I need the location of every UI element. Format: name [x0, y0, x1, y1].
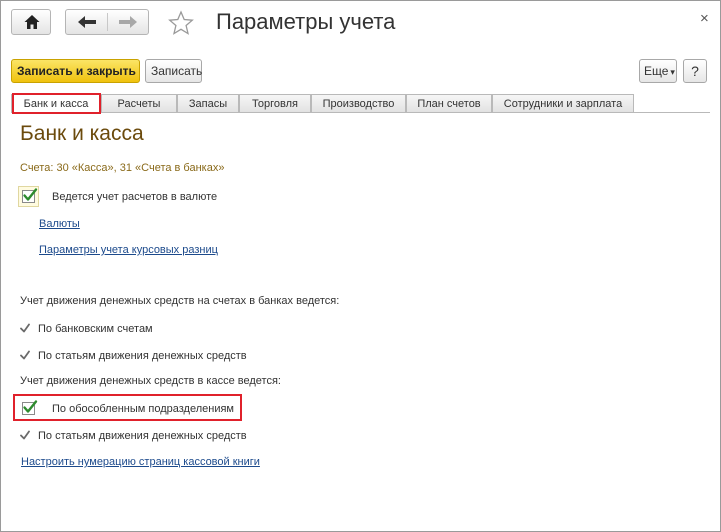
- settings-window: Параметры учета × Записать и закрыть Зап…: [0, 0, 721, 532]
- window-title: Параметры учета: [216, 9, 396, 34]
- currency-label: Ведется учет расчетов в валюте: [52, 191, 218, 203]
- back-arrow-icon[interactable]: [77, 14, 97, 30]
- checkmark-icon: [20, 430, 30, 440]
- checkmark-icon: [23, 188, 38, 201]
- home-icon: [24, 15, 40, 29]
- checkmark-icon: [20, 350, 30, 360]
- bank-accounts-item: По банковским счетам: [38, 323, 153, 335]
- home-button[interactable]: [11, 9, 51, 35]
- accounts-note: Счета: 30 «Касса», 31 «Счета в банках»: [20, 162, 225, 174]
- more-button[interactable]: Еще ▾: [639, 59, 677, 83]
- tab-inventory[interactable]: Запасы: [177, 94, 239, 112]
- tab-settlements[interactable]: Расчеты: [101, 94, 177, 112]
- checkmark-icon: [23, 400, 38, 413]
- cash-book-numbering-link[interactable]: Настроить нумерацию страниц кассовой кни…: [21, 456, 260, 468]
- forward-arrow-icon[interactable]: [118, 14, 138, 30]
- page-title: Банк и касса: [20, 122, 144, 145]
- tab-chart-of-accounts[interactable]: План счетов: [406, 94, 492, 112]
- bank-cashflow-items-item: По статьям движения денежных средств: [38, 350, 247, 362]
- bank-section-heading: Учет движения денежных средств на счетах…: [20, 295, 340, 307]
- save-and-close-button[interactable]: Записать и закрыть: [11, 59, 140, 83]
- save-button[interactable]: Записать: [145, 59, 202, 83]
- tab-highlight-frame: [12, 93, 101, 114]
- tab-employees-payroll[interactable]: Сотрудники и зарплата: [492, 94, 634, 112]
- more-label: Еще: [644, 64, 669, 78]
- tab-divider: [11, 112, 710, 113]
- currencies-link[interactable]: Валюты: [39, 218, 80, 230]
- close-icon[interactable]: ×: [700, 10, 709, 27]
- dropdown-arrow-icon: ▾: [670, 67, 675, 77]
- history-nav: [65, 9, 149, 35]
- tab-production[interactable]: Производство: [311, 94, 406, 112]
- help-button[interactable]: ?: [683, 59, 707, 83]
- checkmark-icon: [20, 323, 30, 333]
- cash-cashflow-items-item: По статьям движения денежных средств: [38, 430, 247, 442]
- cash-section-heading: Учет движения денежных средств в кассе в…: [20, 375, 281, 387]
- tab-bar: Банк и касса Расчеты Запасы Торговля Про…: [11, 94, 711, 112]
- tab-trade[interactable]: Торговля: [239, 94, 311, 112]
- exchange-differences-link[interactable]: Параметры учета курсовых разниц: [39, 244, 218, 256]
- favorite-star-icon[interactable]: [168, 10, 194, 36]
- subdivisions-label: По обособленным подразделениям: [52, 403, 234, 415]
